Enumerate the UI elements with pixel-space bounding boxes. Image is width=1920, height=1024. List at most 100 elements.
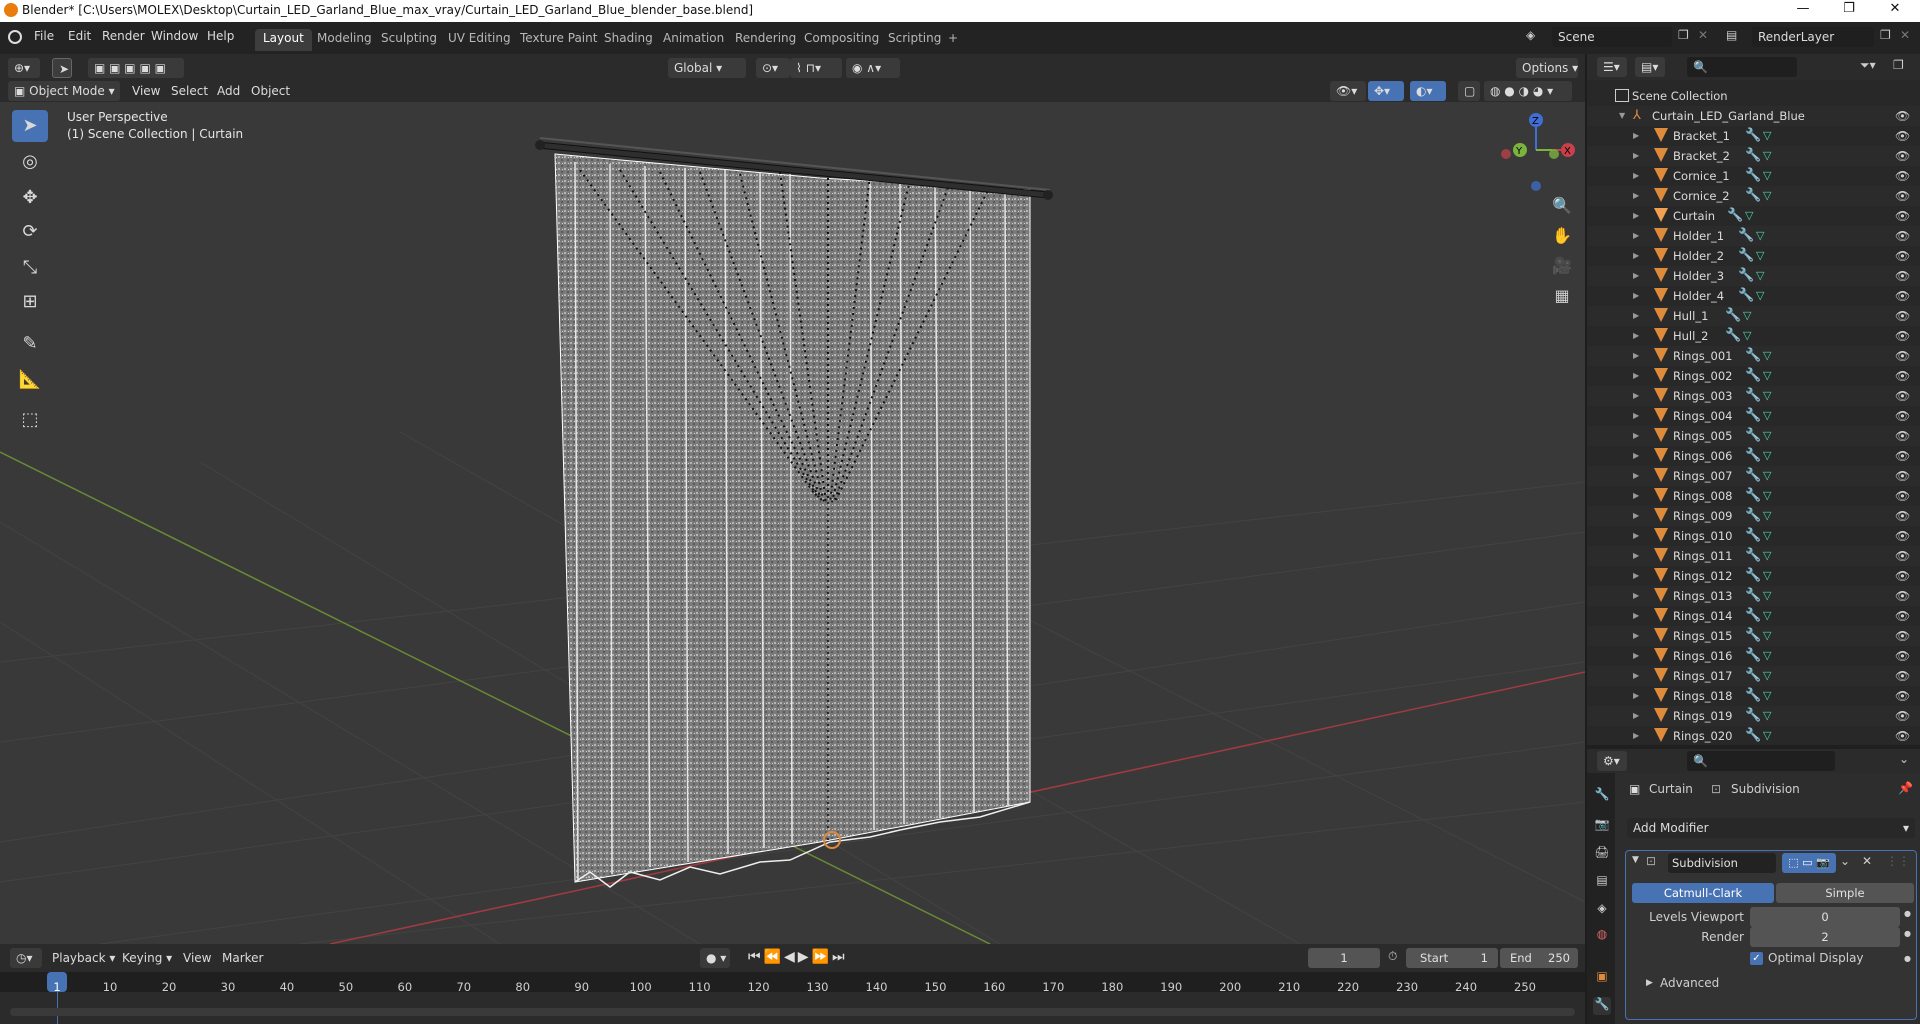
tab-rendering[interactable]: Rendering (727, 29, 804, 51)
outliner-item[interactable]: ▶ Rings_010 🔧 ▽ 👁 (1587, 526, 1920, 546)
world-tab-icon[interactable]: ◍ (1593, 927, 1611, 945)
expand-arrow-icon[interactable]: ▶ (1633, 486, 1639, 506)
modifier-wrench-icon[interactable]: 🔧 (1727, 206, 1743, 226)
tab-layout[interactable]: Layout (255, 29, 312, 51)
expand-arrow-icon[interactable]: ▶ (1633, 626, 1639, 646)
outliner-item[interactable]: ▶ Rings_012 🔧 ▽ 👁 (1587, 566, 1920, 586)
visibility-eye-icon[interactable]: 👁 (1895, 586, 1910, 606)
mesh-data-icon[interactable]: ▽ (1763, 466, 1771, 486)
outliner-editor-type-icon[interactable]: ☰▾ (1597, 57, 1627, 77)
mesh-data-icon[interactable]: ▽ (1763, 546, 1771, 566)
expand-arrow-icon[interactable]: ▶ (1633, 686, 1639, 706)
modifier-wrench-icon[interactable]: 🔧 (1745, 346, 1761, 366)
mesh-data-icon[interactable]: ▽ (1763, 726, 1771, 745)
expand-arrow-icon[interactable]: ▶ (1633, 706, 1639, 726)
collapse-arrow-icon[interactable]: ▼ (1632, 855, 1639, 865)
expand-arrow-icon[interactable]: ▶ (1633, 126, 1639, 146)
outliner-item[interactable]: ▶ Holder_3 🔧 ▽ 👁 (1587, 266, 1920, 286)
expand-arrow-icon[interactable]: ▶ (1633, 306, 1639, 326)
camera-icon[interactable]: 🎥 (1550, 256, 1574, 286)
mesh-data-icon[interactable]: ▽ (1763, 626, 1771, 646)
outliner-item[interactable]: ▶ Bracket_1 🔧 ▽ 👁 (1587, 126, 1920, 146)
mesh-data-icon[interactable]: ▽ (1745, 206, 1753, 226)
mesh-data-icon[interactable]: ▽ (1756, 246, 1764, 266)
mesh-data-icon[interactable]: ▽ (1763, 366, 1771, 386)
pan-hand-icon[interactable]: ✋ (1550, 226, 1574, 256)
modifier-display-toggles[interactable]: ⬚ ▭ 📷 (1782, 853, 1836, 873)
visibility-eye-icon[interactable]: 👁 (1895, 506, 1910, 526)
display-mode-icon[interactable]: ▤▾ (1635, 57, 1665, 77)
outliner-item[interactable]: ▶ Rings_016 🔧 ▽ 👁 (1587, 646, 1920, 666)
modifier-wrench-icon[interactable]: 🔧 (1745, 666, 1761, 686)
mesh-data-icon[interactable]: ▽ (1763, 386, 1771, 406)
outliner-item[interactable]: ▶ Rings_003 🔧 ▽ 👁 (1587, 386, 1920, 406)
cursor-tool-icon[interactable]: ◎ (12, 146, 48, 178)
visibility-eye-icon[interactable]: 👁 (1895, 106, 1910, 126)
visibility-eye-icon[interactable]: 👁 (1895, 686, 1910, 706)
mesh-data-icon[interactable]: ▽ (1763, 346, 1771, 366)
modifier-wrench-icon[interactable]: 🔧 (1745, 486, 1761, 506)
mesh-data-icon[interactable]: ▽ (1743, 306, 1751, 326)
object-mode-dropdown[interactable]: ▣ Object Mode ▾ (8, 81, 120, 101)
mesh-data-icon[interactable]: ▽ (1763, 526, 1771, 546)
drag-handle-icon[interactable]: ⋮⋮ (1886, 854, 1910, 868)
copy-scene-icon[interactable]: ❐ (1678, 28, 1689, 42)
remove-modifier-icon[interactable]: ✕ (1862, 854, 1872, 868)
add-workspace-button[interactable]: + (940, 29, 966, 51)
modifier-wrench-icon[interactable]: 🔧 (1745, 586, 1761, 606)
output-tab-icon[interactable]: 🖨 (1593, 845, 1611, 863)
playback-menu[interactable]: Playback ▾ (52, 948, 115, 968)
keying-menu[interactable]: Keying ▾ (122, 948, 172, 968)
visibility-eye-icon[interactable]: 👁 (1895, 446, 1910, 466)
mesh-data-icon[interactable]: ▽ (1763, 566, 1771, 586)
outliner-item[interactable]: ▶ Hull_2 🔧 ▽ 👁 (1587, 326, 1920, 346)
curtain-mesh[interactable] (554, 153, 1031, 888)
mesh-data-icon[interactable]: ▽ (1763, 706, 1771, 726)
outliner-search-input[interactable]: 🔍 (1687, 57, 1797, 77)
scene-name-field[interactable]: Scene (1552, 27, 1672, 47)
gizmo-toggle-icon[interactable]: ✥▾ (1368, 81, 1404, 101)
select-tool-icon[interactable]: ➤ (52, 58, 72, 78)
add-menu[interactable]: Add (217, 81, 240, 101)
auto-key-icon[interactable]: ● ▾ (700, 948, 730, 968)
marker-menu[interactable]: Marker (222, 948, 263, 968)
outliner-item[interactable]: ▶ Holder_2 🔧 ▽ 👁 (1587, 246, 1920, 266)
expand-arrow-icon[interactable]: ▶ (1633, 386, 1639, 406)
outliner-item[interactable]: ▶ Rings_017 🔧 ▽ 👁 (1587, 666, 1920, 686)
expand-arrow-icon[interactable]: ▶ (1633, 646, 1639, 666)
expand-arrow-icon[interactable]: ▶ (1633, 206, 1639, 226)
modifier-wrench-icon[interactable]: 🔧 (1745, 686, 1761, 706)
expand-arrow-icon[interactable]: ▶ (1633, 506, 1639, 526)
shading-mode-icons[interactable]: ◍ ● ◑ ◕ ▾ (1484, 81, 1572, 101)
selection-mode-buttons[interactable]: ▣ ▣ ▣ ▣ ▣ (88, 58, 184, 78)
menu-edit[interactable]: Edit (68, 29, 91, 43)
visibility-eye-icon[interactable]: 👁 (1895, 266, 1910, 286)
visibility-eye-icon[interactable]: 👁 (1895, 206, 1910, 226)
expand-arrow-icon[interactable]: ▶ (1633, 726, 1639, 745)
expand-arrow-icon[interactable]: ▶ (1633, 346, 1639, 366)
measure-tool-icon[interactable]: 📐 (12, 364, 48, 396)
expand-arrow-icon[interactable]: ▶ (1633, 166, 1639, 186)
expand-arrow-icon[interactable]: ▶ (1633, 466, 1639, 486)
outliner-item[interactable]: ▶ Rings_013 🔧 ▽ 👁 (1587, 586, 1920, 606)
visibility-eye-icon[interactable]: 👁 (1895, 386, 1910, 406)
tab-shading[interactable]: Shading (596, 29, 661, 51)
visibility-eye-icon[interactable]: 👁 (1895, 546, 1910, 566)
mesh-data-icon[interactable]: ▽ (1763, 486, 1771, 506)
expand-arrow-icon[interactable]: ▶ (1633, 426, 1639, 446)
outliner-item[interactable]: ▶ Rings_008 🔧 ▽ 👁 (1587, 486, 1920, 506)
mesh-data-icon[interactable]: ▽ (1763, 666, 1771, 686)
mesh-data-icon[interactable]: ▽ (1763, 686, 1771, 706)
optimal-display-checkbox[interactable]: ✓ (1750, 952, 1763, 965)
modifier-wrench-icon[interactable]: 🔧 (1745, 706, 1761, 726)
advanced-expand-icon[interactable]: ▶ (1646, 978, 1653, 988)
modifier-wrench-icon[interactable]: 🔧 (1745, 426, 1761, 446)
visibility-eye-icon[interactable]: 👁 (1895, 606, 1910, 626)
properties-editor-type-icon[interactable]: ⚙▾ (1597, 751, 1627, 771)
outliner-item[interactable]: ▶ Rings_018 🔧 ▽ 👁 (1587, 686, 1920, 706)
visibility-eye-icon[interactable]: 👁 (1895, 486, 1910, 506)
outliner-item[interactable]: ▶ Rings_006 🔧 ▽ 👁 (1587, 446, 1920, 466)
visibility-eye-icon[interactable]: 👁 (1895, 466, 1910, 486)
render-levels-field[interactable]: 2 (1750, 927, 1900, 947)
visibility-eye-icon[interactable]: 👁 (1895, 126, 1910, 146)
